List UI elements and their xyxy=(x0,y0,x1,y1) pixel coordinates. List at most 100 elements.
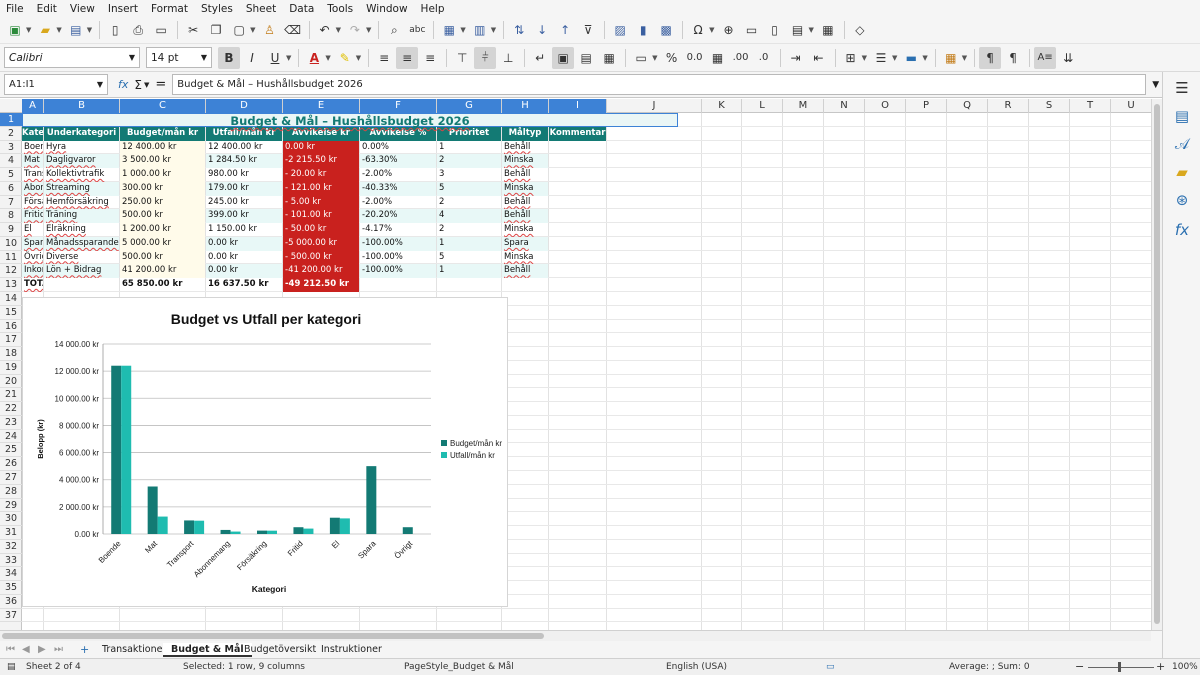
row-header[interactable]: 16 xyxy=(0,320,22,334)
table-cell[interactable]: - 50.00 kr xyxy=(283,223,359,237)
rtl-icon[interactable]: ¶ xyxy=(1002,47,1024,69)
table-cell[interactable]: - 121.00 kr xyxy=(283,181,359,196)
table-cell[interactable]: -40.33% xyxy=(360,181,436,196)
table-cell[interactable]: 5 000.00 kr xyxy=(120,236,205,251)
first-sheet-icon[interactable]: ⏮ xyxy=(6,644,15,655)
border-style-icon[interactable]: ☰ xyxy=(870,47,892,69)
table-cell[interactable]: 5 xyxy=(437,181,501,196)
column-header[interactable]: F xyxy=(360,99,437,113)
table-cell[interactable]: Träning xyxy=(44,209,119,224)
table-cell[interactable]: Behåll xyxy=(502,196,548,210)
font-size-box[interactable]: 14 pt ▼ xyxy=(146,47,212,68)
column-header[interactable]: H xyxy=(502,99,549,113)
table-cell[interactable]: -5 000.00 kr xyxy=(283,236,359,251)
row-header[interactable]: 29 xyxy=(0,499,22,513)
date-format-icon[interactable]: ▦ xyxy=(707,47,729,69)
tab-budgetoversikt[interactable]: Budgetöversikt xyxy=(236,643,324,657)
table-cell[interactable]: Fritid xyxy=(22,209,43,224)
table-cell[interactable]: Spara xyxy=(502,236,548,251)
add-decimal-icon[interactable]: .00 xyxy=(730,47,752,69)
save-icon[interactable]: ▤ xyxy=(65,19,87,41)
row-header[interactable]: 9 xyxy=(0,223,22,237)
comment-icon[interactable]: ▭ xyxy=(741,19,763,41)
row-header[interactable]: 10 xyxy=(0,237,22,251)
row-header[interactable]: 5 xyxy=(0,168,22,182)
table-cell[interactable]: 2 xyxy=(437,196,501,210)
column-header[interactable]: Q xyxy=(947,99,988,113)
table-cell[interactable]: - 20.00 kr xyxy=(283,168,359,182)
table-cell[interactable]: 500.00 kr xyxy=(120,250,205,265)
table-cell[interactable]: 1 284.50 kr xyxy=(206,154,282,169)
row-header[interactable]: 7 xyxy=(0,196,22,210)
row-header[interactable]: 32 xyxy=(0,540,22,554)
unmerge-cells-icon[interactable]: ▦ xyxy=(598,47,620,69)
redo-icon[interactable]: ↷ xyxy=(344,19,366,41)
budget-chart[interactable]: Budget vs Utfall per kategori 0.00 kr 2 00… xyxy=(22,297,508,607)
column-header[interactable]: S xyxy=(1029,99,1070,113)
align-center-icon[interactable]: ≡ xyxy=(396,46,419,69)
sheet-grid[interactable]: ABCDEFGHIJKLMNOPQRSTU 1 2 3 4 5 6 7 8 9 10 11 12 13 1… xyxy=(0,99,1151,630)
center-vertically-icon[interactable]: ⫩ xyxy=(474,46,497,69)
row-header[interactable]: 36 xyxy=(0,595,22,609)
table-cell[interactable]: 0.00 kr xyxy=(206,251,282,265)
spellcheck-icon[interactable]: abc xyxy=(406,19,428,41)
table-cell[interactable]: -2.00% xyxy=(360,168,436,182)
row-header[interactable]: 1 xyxy=(0,113,22,127)
sort-descending-icon[interactable]: ↑ xyxy=(554,19,576,41)
insert-chart-icon[interactable]: ▮ xyxy=(632,19,654,41)
print-icon[interactable]: ⎙ xyxy=(127,19,149,41)
styles-icon[interactable]: 𝒜 xyxy=(1172,134,1192,154)
next-sheet-icon[interactable]: ▶ xyxy=(38,644,46,655)
menu-view[interactable]: View xyxy=(70,3,95,15)
menu-styles[interactable]: Styles xyxy=(201,3,233,15)
table-cell[interactable]: 0.00 kr xyxy=(206,264,282,279)
table-cell[interactable]: 245.00 kr xyxy=(206,196,282,210)
draw-shapes-icon[interactable]: ◇ xyxy=(849,19,871,41)
horizontal-scroll-thumb[interactable] xyxy=(2,633,544,639)
table-cell[interactable]: 2 xyxy=(437,223,501,237)
column-header-cell[interactable]: Måltyp xyxy=(502,126,548,141)
total-cell[interactable] xyxy=(44,278,119,292)
row-header[interactable]: 19 xyxy=(0,361,22,375)
row-header[interactable]: 20 xyxy=(0,375,22,389)
table-cell[interactable]: Övrigt xyxy=(22,251,43,265)
column-header[interactable]: T xyxy=(1070,99,1111,113)
row-header[interactable]: 15 xyxy=(0,306,22,320)
font-color-icon[interactable]: A xyxy=(303,47,325,69)
gallery-icon[interactable]: ▰ xyxy=(1172,162,1192,182)
row-header[interactable]: 22 xyxy=(0,402,22,416)
number-format-icon[interactable]: 0.0 xyxy=(684,47,706,69)
page-style[interactable]: PageStyle_Budget & Mål xyxy=(404,662,514,672)
row-header[interactable]: 6 xyxy=(0,182,22,196)
table-cell[interactable]: Minska xyxy=(502,181,548,196)
tab-instruktioner[interactable]: Instruktioner xyxy=(313,643,390,657)
align-top-icon[interactable]: ⊤ xyxy=(451,47,473,69)
table-cell[interactable]: 12 400.00 kr xyxy=(120,140,205,155)
menu-edit[interactable]: Edit xyxy=(37,3,57,15)
table-cell[interactable]: Dagligvaror xyxy=(44,154,119,169)
table-cell[interactable]: 1 200.00 kr xyxy=(120,223,205,237)
underline-icon[interactable]: U xyxy=(264,47,286,69)
table-cell[interactable]: 0.00% xyxy=(360,141,436,155)
decrease-indent-icon[interactable]: ⇤ xyxy=(808,47,830,69)
table-cell[interactable]: Minska xyxy=(502,154,548,169)
table-cell[interactable]: 4 xyxy=(437,209,501,224)
function-wizard-icon[interactable]: fx xyxy=(118,78,128,91)
column-header-cell[interactable]: Budget/mån kr xyxy=(120,126,205,141)
special-character-icon[interactable]: Ω xyxy=(687,19,709,41)
cut-icon[interactable]: ✂ xyxy=(182,19,204,41)
table-cell[interactable]: El xyxy=(22,223,43,237)
zoom-in-icon[interactable]: + xyxy=(1156,660,1165,673)
italic-icon[interactable]: I xyxy=(241,47,263,69)
menu-file[interactable]: File xyxy=(6,3,24,15)
column-header-cell[interactable]: Underkategori xyxy=(44,126,119,141)
table-cell[interactable]: -2.00% xyxy=(360,196,436,210)
row-icon[interactable]: ▦ xyxy=(438,19,460,41)
row-header[interactable]: 25 xyxy=(0,443,22,458)
chevron-down-icon[interactable]: ▼ xyxy=(144,81,149,89)
column-icon[interactable]: ▥ xyxy=(469,19,491,41)
column-header-cell[interactable]: Avvikelse kr xyxy=(283,126,359,141)
zoom-level[interactable]: 100% xyxy=(1172,662,1198,672)
table-cell[interactable]: -100.00% xyxy=(360,251,436,265)
row-header[interactable]: 31 xyxy=(0,526,22,540)
